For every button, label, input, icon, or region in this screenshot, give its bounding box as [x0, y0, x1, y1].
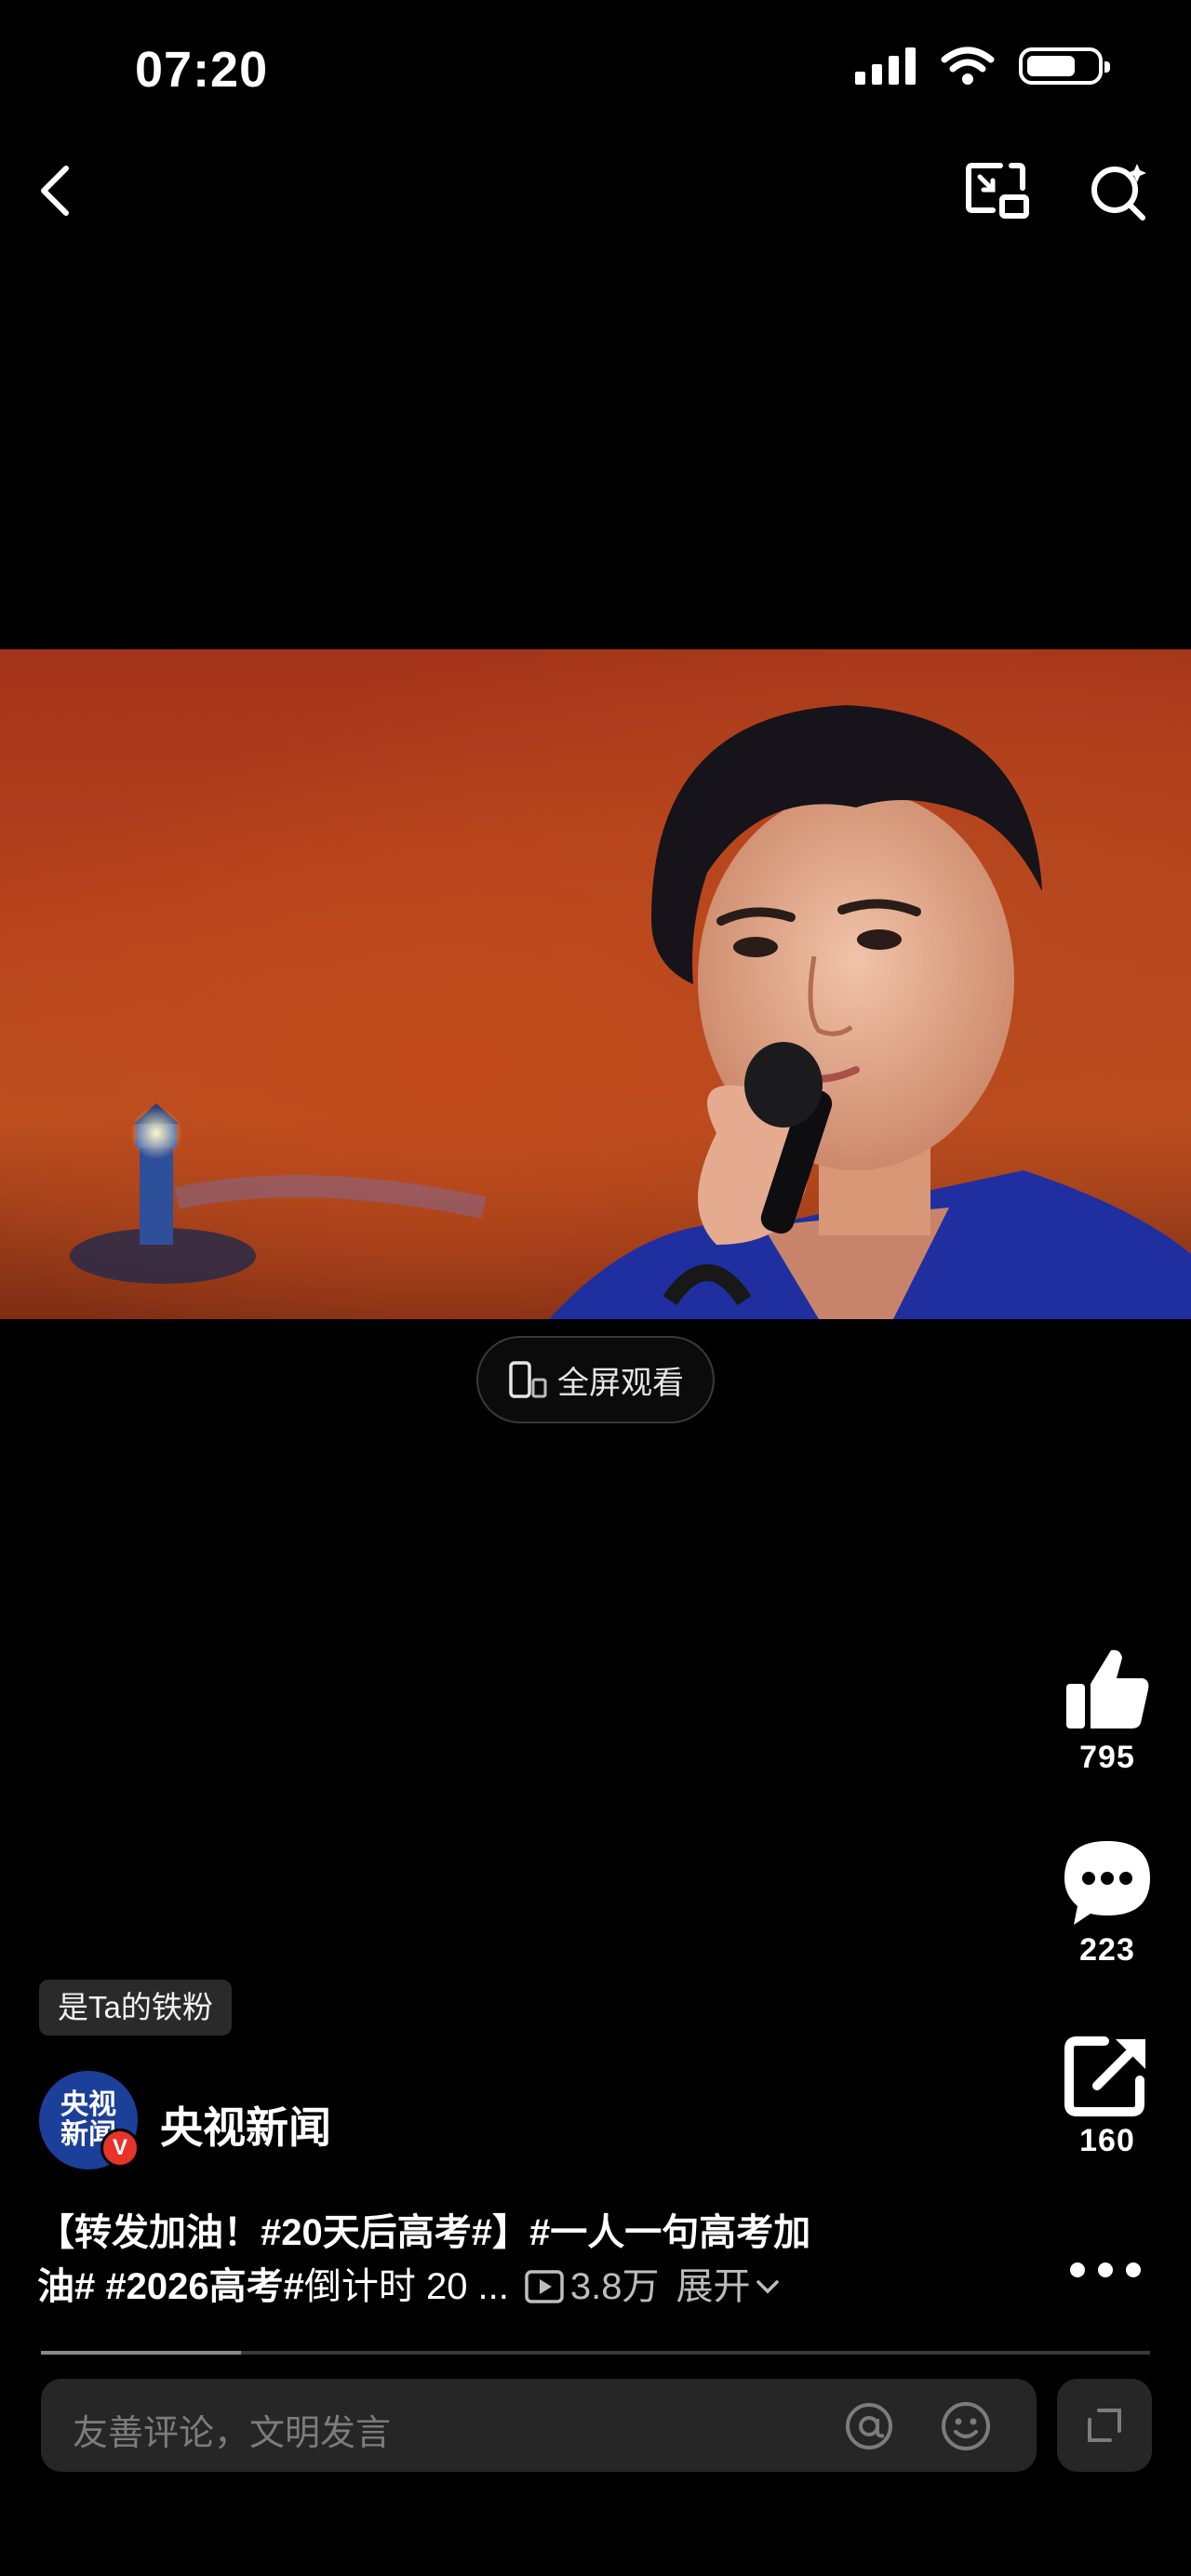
video-player[interactable] [0, 649, 1191, 1319]
search-button[interactable] [1077, 149, 1161, 233]
fullscreen-button[interactable]: 全屏观看 [476, 1336, 715, 1423]
comment-button[interactable]: 223 [1042, 1837, 1172, 1969]
emoji-button[interactable] [940, 2400, 992, 2452]
avatar-text-line1: 央视 [60, 2089, 116, 2120]
share-button[interactable]: 160 [1042, 2034, 1172, 2159]
at-sign-icon [846, 2403, 892, 2449]
picture-in-picture-button[interactable] [955, 149, 1038, 233]
mention-button[interactable] [843, 2400, 895, 2452]
description-text: 倒计时 20 ... [303, 2266, 509, 2307]
emoji-icon [942, 2402, 990, 2450]
picture-in-picture-icon [966, 163, 1029, 219]
wifi-icon [941, 47, 995, 85]
status-icons [855, 47, 1110, 86]
like-button[interactable]: 795 [1042, 1645, 1172, 1776]
video-frame-image [70, 705, 1191, 1319]
author-avatar[interactable]: 央视 新闻 V [39, 2071, 140, 2169]
view-count: 3.8万 [569, 2266, 660, 2307]
author-name[interactable]: 央视新闻 [160, 2094, 331, 2156]
comment-bubble-icon [1064, 1841, 1150, 1925]
expand-label: 展开 [676, 2266, 751, 2307]
battery-icon [1019, 47, 1110, 85]
comment-count: 223 [1079, 1932, 1135, 1968]
more-dots-icon [1070, 2262, 1141, 2277]
thumbs-up-icon [1066, 1649, 1149, 1728]
fullscreen-label: 全屏观看 [557, 1365, 684, 1401]
search-icon [1091, 164, 1146, 220]
progress-fill [41, 2351, 241, 2355]
status-time: 07:20 [135, 42, 269, 98]
play-count-icon [525, 2270, 564, 2303]
share-icon [1064, 2036, 1145, 2116]
back-button[interactable] [13, 149, 97, 233]
fan-tag: 是Ta的铁粉 [39, 1980, 232, 2035]
video-description[interactable]: 【转发加油！#20天后高考#】#一人一句高考加 油# #2026高考# 倒计时 … [37, 2206, 940, 2314]
expand-comments-button[interactable] [1057, 2379, 1152, 2472]
video-progress-bar[interactable] [41, 2351, 1150, 2355]
description-hashtags: 油# #2026高考# [37, 2266, 304, 2307]
more-button[interactable] [1064, 2251, 1147, 2289]
description-line1: 【转发加油！#20天后高考#】#一人一句高考加 [37, 2212, 811, 2253]
signal-icon [855, 47, 916, 85]
chevron-down-icon [756, 2280, 779, 2294]
chevron-left-icon [41, 166, 69, 216]
share-count: 160 [1079, 2123, 1135, 2158]
like-count: 795 [1079, 1740, 1135, 1775]
phone-rotate-icon [509, 1361, 547, 1398]
expand-icon [1088, 2409, 1121, 2442]
expand-button[interactable]: 展开 [676, 2260, 781, 2314]
verified-badge: V [100, 2129, 140, 2168]
comment-placeholder: 友善评论，文明发言 [73, 2414, 392, 2453]
